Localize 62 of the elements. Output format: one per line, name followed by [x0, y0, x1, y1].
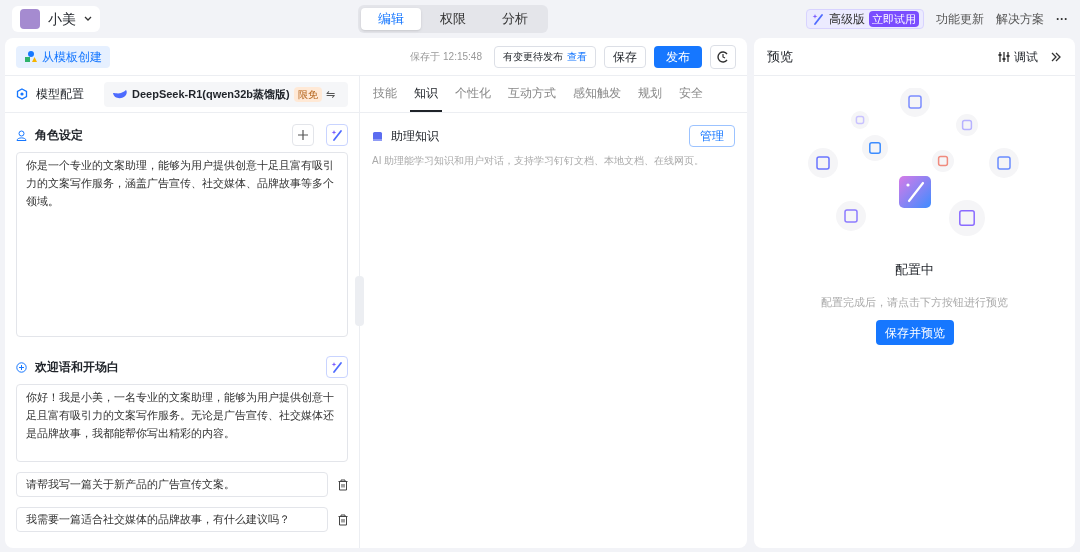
section-title: 助理知识: [391, 128, 440, 145]
section-title: 角色设定: [35, 127, 84, 144]
role-prompt-field[interactable]: 你是一个专业的文案助理，能够为用户提供创意十足且富有吸引力的文案写作服务，涵盖广告宣传、社交媒体、品牌故事等多个领域。: [16, 152, 348, 337]
config-tab[interactable]: 安全: [675, 76, 707, 112]
ai-sparkle-icon: [330, 128, 344, 142]
config-tab[interactable]: 知识: [410, 76, 442, 112]
ai-optimize-button[interactable]: [326, 124, 348, 146]
config-tab[interactable]: 规划: [634, 76, 666, 112]
ai-sparkle-icon: [811, 12, 825, 26]
config-tab[interactable]: 互动方式: [504, 76, 560, 112]
model-selector[interactable]: DeepSeek-R1(qwen32b蒸馏版) 限免 ⇋: [104, 81, 348, 107]
save-preview-button[interactable]: 保存并预览: [875, 320, 954, 345]
knowledge-description: AI 助理能学习知识和用户对话，支持学习钉钉文档、本地文档、在线网页。: [372, 154, 706, 168]
welcome-message-field[interactable]: 你好！我是小美，一名专业的文案助理，能够为用户提供创意十足且富有吸引力的文案写作服务。无论是广告宣传、社交媒体还是品牌故事，我都能帮你写出精彩的内容。: [16, 384, 348, 462]
suggested-question-field[interactable]: 请帮我写一篇关于新产品的广告宣传文案。: [16, 472, 328, 497]
plus-icon: [297, 129, 309, 141]
publish-button[interactable]: 发布: [654, 45, 702, 68]
history-icon: [716, 49, 730, 64]
model-config-label: 模型配置: [36, 86, 84, 103]
user-icon: [16, 129, 27, 141]
mode-tab[interactable]: 编辑: [361, 8, 421, 30]
collapse-right-icon[interactable]: [1050, 50, 1062, 63]
config-tab[interactable]: 技能: [369, 76, 401, 112]
hexagon-icon: [16, 88, 28, 100]
config-tab[interactable]: 感知触发: [569, 76, 625, 112]
shapes-icon: [24, 49, 38, 64]
mode-tab[interactable]: 权限: [423, 8, 483, 30]
app-name: 小美: [48, 9, 76, 29]
ai-sparkle-icon: [330, 360, 344, 374]
preview-title: 预览: [767, 47, 794, 66]
section-title: 欢迎语和开场白: [35, 359, 120, 376]
template-button[interactable]: 从模板创建: [16, 45, 110, 68]
free-badge: 限免: [293, 86, 322, 102]
more-button[interactable]: ···: [1056, 10, 1068, 28]
nav-link[interactable]: 功能更新: [936, 10, 984, 28]
book-icon: [372, 130, 383, 142]
saved-time: 保存于 12:15:48: [410, 50, 482, 64]
ai-optimize-button[interactable]: [326, 356, 348, 378]
switch-icon: ⇋: [325, 85, 335, 103]
whale-icon: [112, 88, 128, 100]
mode-tab[interactable]: 分析: [485, 8, 545, 30]
status-title: 配置中: [895, 261, 934, 279]
nav-link[interactable]: 解决方案: [996, 10, 1044, 28]
save-button[interactable]: 保存: [604, 45, 646, 68]
manage-button[interactable]: 管理: [689, 125, 735, 147]
pending-text: 有变更待发布: [503, 50, 563, 64]
suggested-question-field[interactable]: 我需要一篇适合社交媒体的品牌故事，有什么建议吗？: [16, 507, 328, 532]
preview-hint: 配置完成后，请点击下方按钮进行预览: [821, 294, 1008, 310]
plus-circle-icon: [16, 361, 27, 373]
debug-button[interactable]: 调试: [998, 47, 1038, 66]
sliders-icon: [998, 50, 1010, 63]
add-button[interactable]: [292, 124, 314, 146]
trash-icon[interactable]: [338, 513, 348, 526]
chevron-down-icon: [84, 16, 92, 22]
upgrade-button[interactable]: 高级版 立即试用: [806, 9, 924, 29]
avatar-icon: [20, 9, 40, 29]
view-link[interactable]: 查看: [567, 49, 587, 64]
app-switcher[interactable]: 小美: [12, 6, 100, 32]
trash-icon[interactable]: [338, 478, 348, 491]
config-tab[interactable]: 个性化: [451, 76, 495, 112]
trial-badge: 立即试用: [869, 10, 919, 28]
history-button[interactable]: [710, 44, 736, 69]
